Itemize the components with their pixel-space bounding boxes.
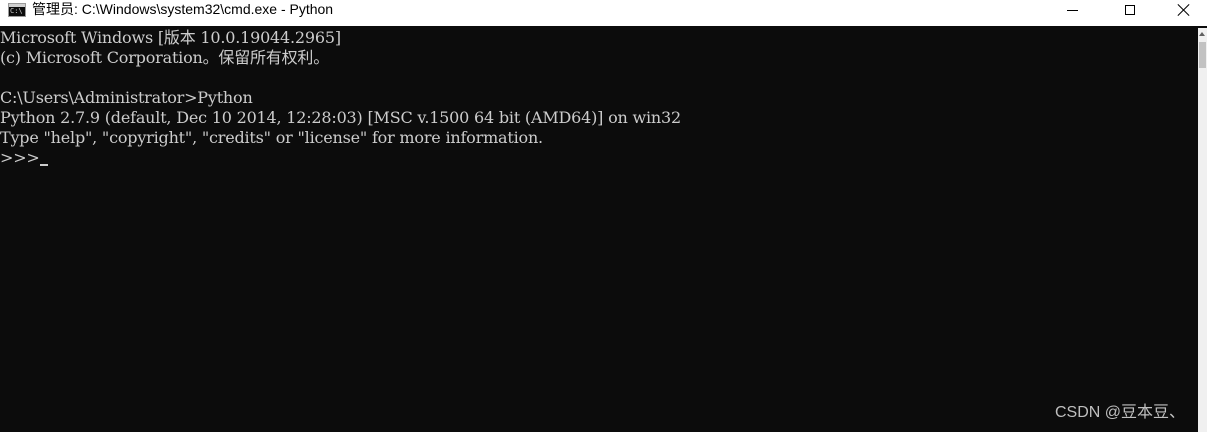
cmd-window: C:\ 管理员: C:\Windows\system32\cmd.exe - P… bbox=[0, 0, 1207, 432]
vertical-scrollbar[interactable] bbox=[1198, 28, 1207, 432]
console-line-version: Microsoft Windows [版本 10.0.19044.2965] bbox=[0, 28, 341, 47]
text-cursor bbox=[39, 164, 48, 166]
watermark: CSDN @豆本豆、 bbox=[1054, 404, 1185, 421]
close-icon bbox=[1178, 4, 1190, 16]
minimize-button[interactable] bbox=[1049, 0, 1095, 20]
minimize-icon bbox=[1066, 9, 1078, 11]
cmd-console-icon[interactable]: C:\ bbox=[8, 3, 26, 17]
python-prompt: >>> bbox=[0, 148, 40, 167]
maximize-icon bbox=[1125, 5, 1135, 15]
window-title: 管理员: C:\Windows\system32\cmd.exe - Pytho… bbox=[32, 1, 334, 17]
console-line-help-hint: Type "help", "copyright", "credits" or "… bbox=[0, 128, 543, 147]
maximize-button[interactable] bbox=[1107, 0, 1153, 20]
scroll-up-arrow-icon[interactable] bbox=[1199, 32, 1205, 36]
close-button[interactable] bbox=[1161, 0, 1207, 20]
console-output[interactable]: Microsoft Windows [版本 10.0.19044.2965] (… bbox=[0, 28, 1198, 432]
console-line-copyright: (c) Microsoft Corporation。保留所有权利。 bbox=[0, 48, 330, 67]
scrollbar-thumb[interactable] bbox=[1199, 42, 1206, 68]
title-bar[interactable]: C:\ 管理员: C:\Windows\system32\cmd.exe - P… bbox=[0, 0, 1207, 26]
console-line-command: C:\Users\Administrator>Python bbox=[0, 88, 253, 107]
console-line-python-version: Python 2.7.9 (default, Dec 10 2014, 12:2… bbox=[0, 108, 681, 127]
icon-prompt-text: C:\ bbox=[10, 7, 23, 15]
python-prompt-line[interactable]: >>> bbox=[0, 148, 1198, 168]
